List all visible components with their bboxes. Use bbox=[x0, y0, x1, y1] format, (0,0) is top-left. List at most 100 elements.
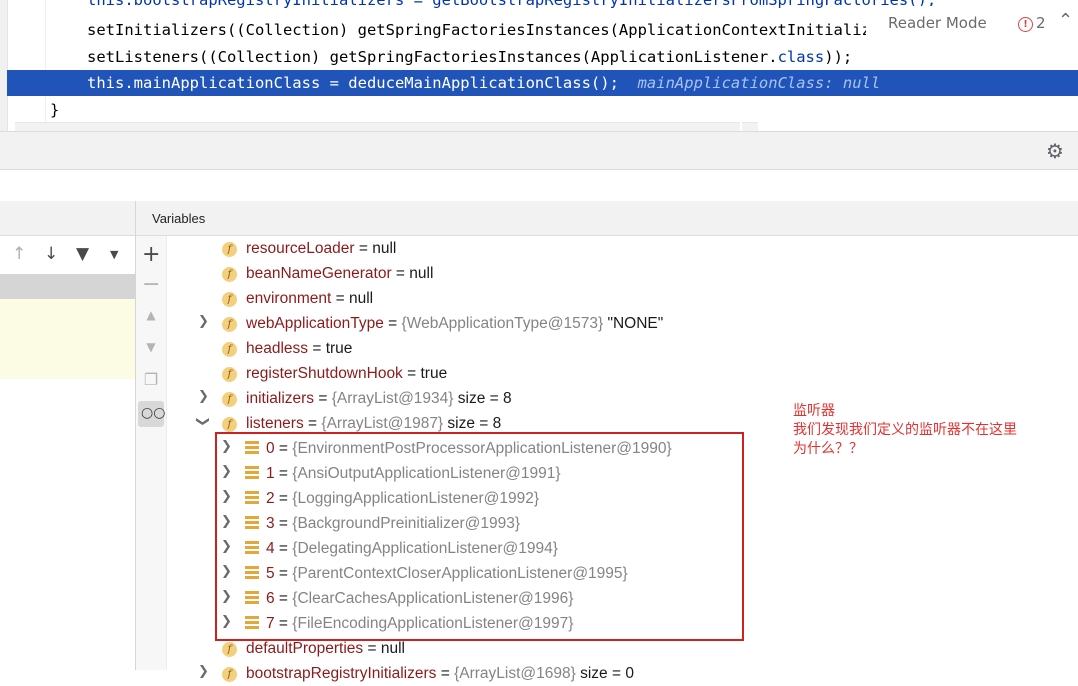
execution-point-line[interactable]: this.mainApplicationClass = deduceMainAp… bbox=[7, 70, 1078, 96]
var-name: headless bbox=[246, 340, 309, 357]
var-op: = bbox=[363, 640, 381, 657]
var-op: = bbox=[391, 265, 410, 282]
var-value: true bbox=[325, 340, 353, 357]
var-value: size = 0 bbox=[575, 665, 634, 682]
arrow-down-icon[interactable]: ↓ bbox=[44, 244, 58, 264]
reader-mode-widget: Reader Mode ! 2 ⌃ bbox=[866, 6, 1078, 40]
var-op: = bbox=[308, 340, 326, 357]
frames-panel: ↑ ↓ ▼ ▼ bbox=[0, 201, 136, 670]
annotation-line: 监听器 bbox=[793, 403, 835, 419]
var-value: null bbox=[409, 265, 434, 282]
error-counter[interactable]: ! 2 bbox=[1018, 14, 1046, 32]
var-name: webApplicationType bbox=[246, 315, 384, 332]
var-name: resourceLoader bbox=[246, 240, 355, 257]
glasses-button[interactable]: ○○ bbox=[138, 401, 166, 427]
code-text: setListeners((Collection) getSpringFacto… bbox=[87, 48, 778, 66]
editor-gutter bbox=[0, 0, 8, 131]
var-value: "NONE" bbox=[603, 315, 664, 332]
var-ref: {ArrayList@1698} bbox=[454, 665, 576, 682]
var-op: = bbox=[402, 365, 421, 382]
var-name: listeners bbox=[246, 415, 304, 432]
var-op: = bbox=[303, 415, 322, 432]
remove-icon[interactable]: − bbox=[142, 272, 160, 297]
debug-toolbar: ⚙ bbox=[0, 131, 1078, 170]
field-icon: f bbox=[222, 642, 237, 657]
var-ref: {ArrayList@1934} bbox=[331, 390, 454, 407]
tree-row-environment[interactable]: f environment = null bbox=[222, 286, 373, 311]
field-icon: f bbox=[222, 342, 237, 357]
var-ref: {ArrayList@1987} bbox=[321, 415, 444, 432]
tree-row-bootstrap-registry-initializers[interactable]: f bootstrapRegistryInitializers = {ArrayL… bbox=[222, 661, 634, 686]
var-name: registerShutdownHook bbox=[246, 365, 403, 382]
var-name: environment bbox=[246, 290, 332, 307]
code-text: setInitializers((Collection) getSpringFa… bbox=[87, 21, 899, 39]
annotation-line: 我们发现我们定义的监听器不在这里 bbox=[793, 422, 1017, 438]
var-value: true bbox=[420, 365, 448, 382]
code-keyword: class bbox=[777, 48, 825, 66]
add-icon[interactable]: + bbox=[142, 242, 160, 267]
field-icon: f bbox=[222, 367, 237, 382]
code-line-partial: this.bootstrapRegistryInitializers = get… bbox=[87, 0, 937, 9]
field-icon: f bbox=[222, 317, 237, 332]
tree-row-initializers[interactable]: f initializers = {ArrayList@1934} size = … bbox=[222, 386, 512, 411]
var-op: = bbox=[383, 315, 402, 332]
var-op: = bbox=[436, 665, 455, 682]
variables-header: Variables bbox=[136, 201, 1078, 236]
editor-fold-gutter bbox=[45, 0, 46, 131]
move-down-icon[interactable]: ▼ bbox=[142, 340, 160, 354]
move-up-icon[interactable]: ▲ bbox=[142, 308, 160, 322]
collapse-arrow-icon[interactable]: ❯ bbox=[195, 416, 210, 427]
dropdown-icon[interactable]: ▼ bbox=[110, 248, 118, 261]
var-op: = bbox=[331, 290, 349, 307]
tree-row-register-shutdown-hook[interactable]: f registerShutdownHook = true bbox=[222, 361, 447, 386]
field-icon: f bbox=[222, 292, 237, 307]
frames-toolbar: ↑ ↓ ▼ ▼ bbox=[0, 236, 135, 274]
field-icon: f bbox=[222, 242, 237, 257]
copy-icon[interactable]: ❐ bbox=[142, 370, 160, 389]
code-editor[interactable]: this.bootstrapRegistryInitializers = get… bbox=[0, 0, 1078, 131]
var-value: size = 8 bbox=[443, 415, 502, 432]
tree-row-web-application-type[interactable]: f webApplicationType = {WebApplicationTyp… bbox=[222, 311, 663, 336]
var-name: beanNameGenerator bbox=[246, 265, 392, 282]
error-count: 2 bbox=[1036, 14, 1046, 32]
reader-mode-button[interactable]: Reader Mode bbox=[888, 14, 987, 32]
inline-debug-value: mainApplicationClass: null bbox=[637, 74, 881, 92]
tree-row-headless[interactable]: f headless = true bbox=[222, 336, 352, 361]
code-line-main-class: this.mainApplicationClass = deduceMainAp… bbox=[87, 71, 880, 95]
arrow-up-icon[interactable]: ↑ bbox=[12, 244, 26, 264]
chevron-up-icon[interactable]: ⌃ bbox=[1058, 10, 1073, 31]
glasses-icon: ○○ bbox=[141, 405, 166, 421]
field-icon: f bbox=[222, 417, 237, 432]
field-icon: f bbox=[222, 667, 237, 682]
var-ref: {WebApplicationType@1573} bbox=[401, 315, 604, 332]
var-value: null bbox=[380, 640, 405, 657]
var-value: null bbox=[372, 240, 397, 257]
filter-icon[interactable]: ▼ bbox=[76, 244, 89, 264]
annotation-line: 为什么？？ bbox=[793, 441, 863, 457]
annotation-highlight-box bbox=[215, 432, 744, 641]
code-line-set-listeners: setListeners((Collection) getSpringFacto… bbox=[87, 45, 852, 69]
frame-item-library[interactable] bbox=[0, 299, 135, 379]
var-op: = bbox=[314, 390, 332, 407]
var-name: initializers bbox=[246, 390, 315, 407]
horizontal-scrollbar[interactable] bbox=[15, 122, 740, 131]
error-icon: ! bbox=[1018, 17, 1033, 32]
frames-header bbox=[0, 201, 135, 236]
expand-arrow-icon[interactable]: ❯ bbox=[198, 664, 209, 679]
scrollbar-segment bbox=[742, 122, 758, 131]
field-icon: f bbox=[222, 392, 237, 407]
code-text: this.mainApplicationClass = deduceMainAp… bbox=[87, 74, 619, 92]
expand-arrow-icon[interactable]: ❯ bbox=[198, 314, 209, 329]
gear-icon[interactable]: ⚙ bbox=[1046, 139, 1064, 163]
var-name: defaultProperties bbox=[246, 640, 364, 657]
code-closing-brace: } bbox=[50, 101, 60, 119]
field-icon: f bbox=[222, 267, 237, 282]
annotation-note: 监听器我们发现我们定义的监听器不在这里 为什么？？ bbox=[793, 402, 1017, 459]
expand-arrow-icon[interactable]: ❯ bbox=[198, 389, 209, 404]
var-op: = bbox=[354, 240, 373, 257]
tree-row-resource-loader[interactable]: f resourceLoader = null bbox=[222, 236, 396, 261]
var-value: size = 8 bbox=[453, 390, 512, 407]
tree-row-bean-name-generator[interactable]: f beanNameGenerator = null bbox=[222, 261, 433, 286]
frame-item-selected[interactable] bbox=[0, 274, 135, 299]
variables-toolbar: + − ▲ ▼ ❐ ○○ bbox=[136, 236, 167, 670]
